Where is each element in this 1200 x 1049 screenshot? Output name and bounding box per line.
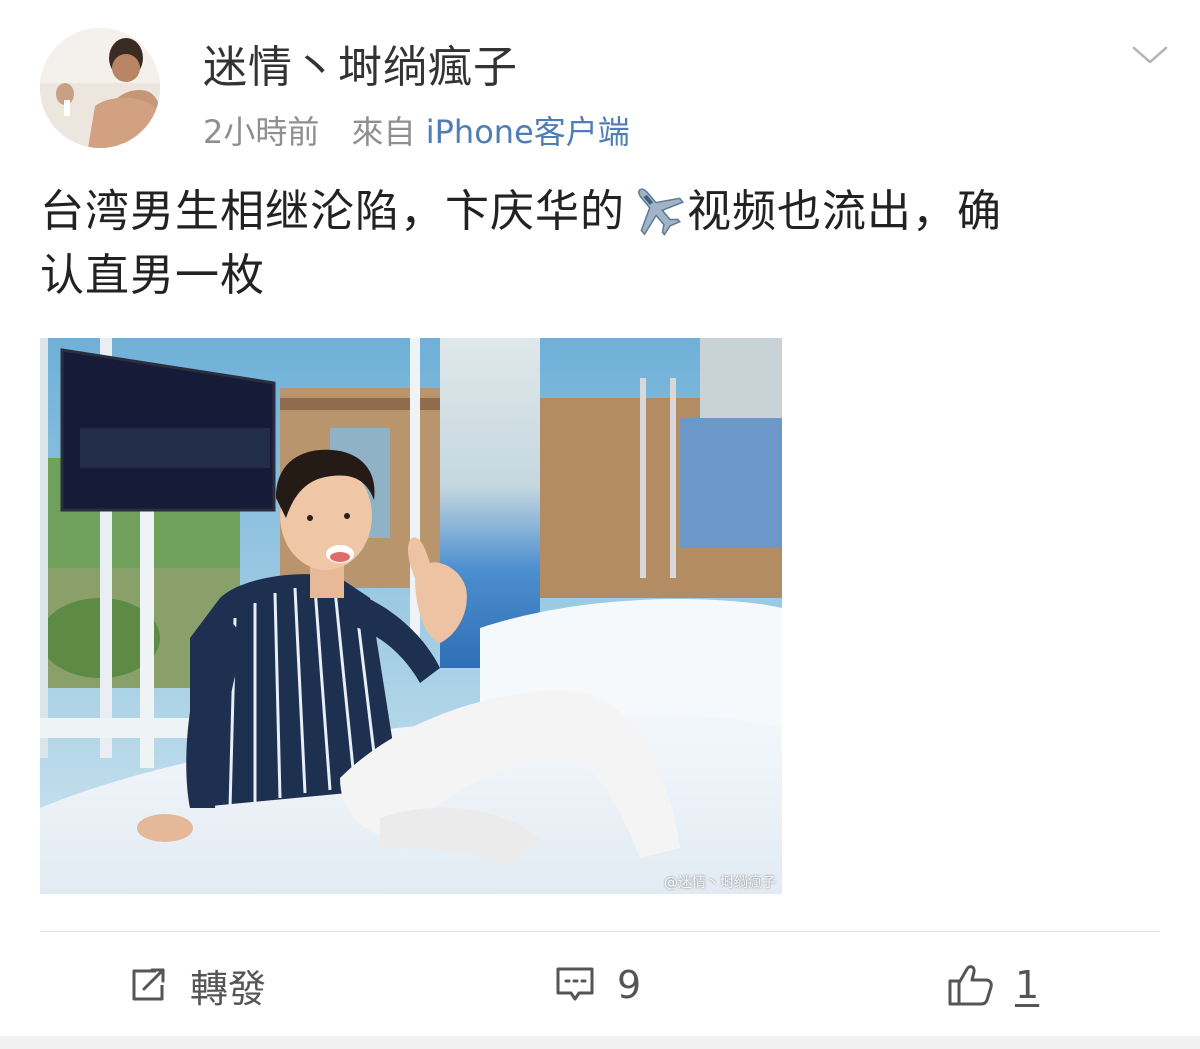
post-actions-bar: 轉發 9 1 xyxy=(0,950,1200,1020)
airplane-icon xyxy=(627,182,685,236)
post-text-line-1: 台湾男生相继沦陷，卞庆华的 视频也流出，确 xyxy=(40,180,1160,244)
comment-icon xyxy=(555,965,595,1005)
like-button[interactable]: 1 xyxy=(947,950,1039,1020)
author-avatar[interactable] xyxy=(40,28,160,148)
post-text: 台湾男生相继沦陷，卞庆华的 视频也流出，确 认直男一枚 xyxy=(40,180,1160,308)
post-text-segment: 视频也流出，确 xyxy=(687,186,1002,237)
post-header: 迷情丶埘绱瘋子 2小時前 來自 iPhone客户端 xyxy=(40,28,1170,158)
post-time: 2小時前 xyxy=(203,113,320,151)
repost-button[interactable]: 轉發 xyxy=(128,950,266,1020)
post-image[interactable]: @迷情丶埘绱瘋子 xyxy=(40,338,782,894)
post-source-link[interactable]: iPhone客户端 xyxy=(426,113,630,151)
post-source-prefix: 來自 xyxy=(351,113,416,151)
like-count: 1 xyxy=(1015,963,1040,1007)
thumbs-up-icon xyxy=(947,963,993,1007)
bottom-separator xyxy=(0,1036,1200,1049)
author-username[interactable]: 迷情丶埘绱瘋子 xyxy=(203,40,518,96)
post-meta: 2小時前 來自 iPhone客户端 xyxy=(203,112,630,152)
repost-label: 轉發 xyxy=(190,966,267,1011)
chevron-down-icon[interactable] xyxy=(1130,40,1170,70)
post-text-line-2: 认直男一枚 xyxy=(40,250,265,301)
repost-icon xyxy=(128,965,168,1005)
comment-button[interactable]: 9 xyxy=(555,950,641,1020)
actions-divider xyxy=(40,931,1160,932)
image-watermark: @迷情丶埘绱瘋子 xyxy=(664,875,776,891)
post-text-segment: 台湾男生相继沦陷，卞庆华的 xyxy=(40,186,625,237)
comment-count: 9 xyxy=(617,963,642,1007)
